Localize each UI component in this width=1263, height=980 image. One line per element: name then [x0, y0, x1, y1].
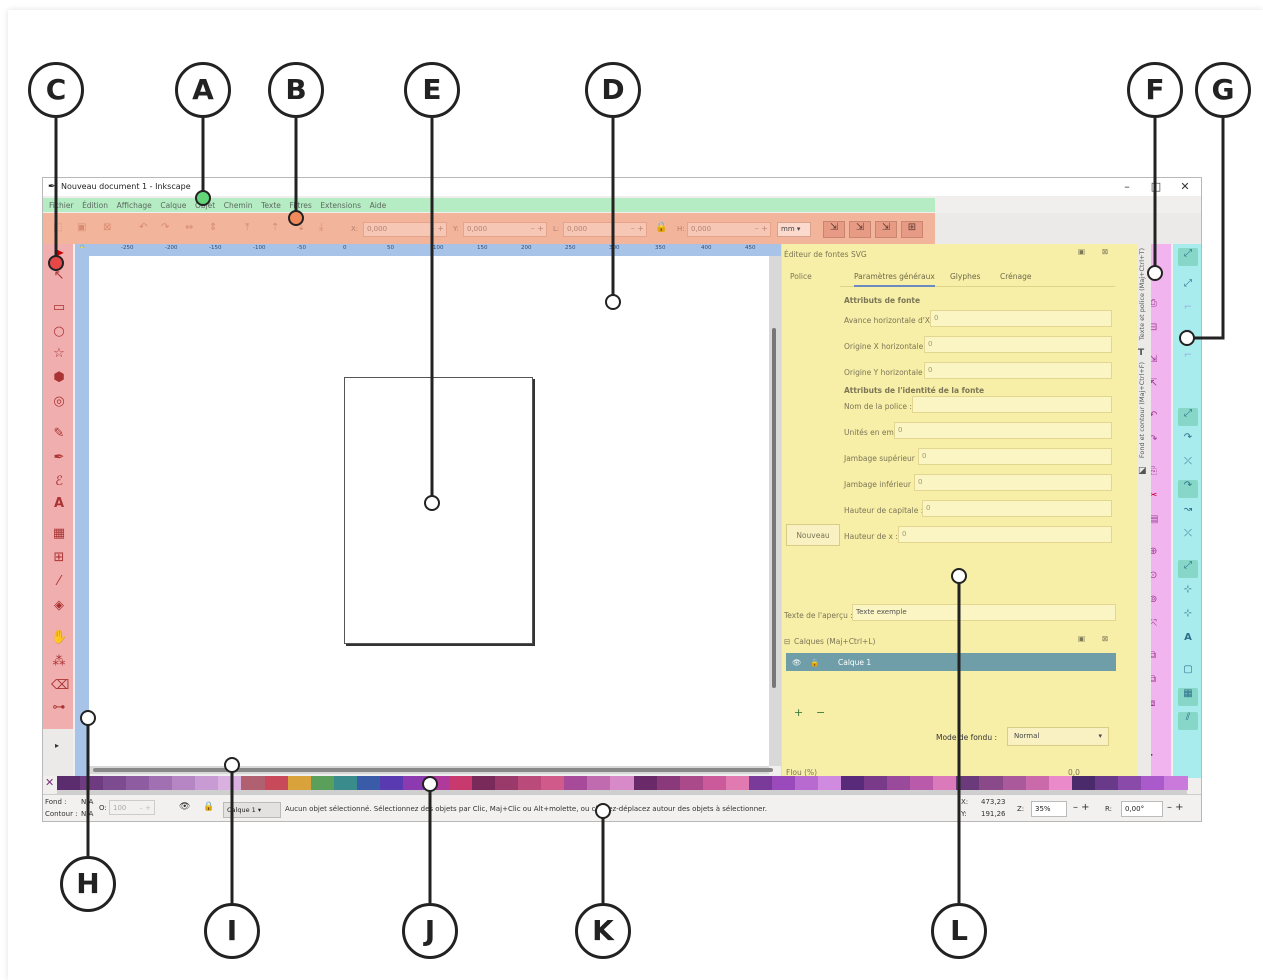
marker-g: [1179, 330, 1195, 346]
marker-h: [80, 710, 96, 726]
callout-lines: [54, 118, 1225, 903]
callout-j: J: [402, 903, 458, 959]
callout-h: H: [60, 856, 116, 912]
marker-b: [288, 210, 304, 226]
marker-i: [224, 757, 240, 773]
callout-g: G: [1195, 62, 1251, 118]
callout-l: L: [931, 903, 987, 959]
marker-f: [1147, 265, 1163, 281]
marker-l: [951, 568, 967, 584]
marker-d: [605, 294, 621, 310]
callout-d: D: [585, 62, 641, 118]
callout-b: B: [268, 62, 324, 118]
marker-k: [595, 803, 611, 819]
callout-c: C: [28, 62, 84, 118]
marker-a: [195, 190, 211, 206]
callout-k: K: [575, 903, 631, 959]
callout-e: E: [404, 62, 460, 118]
marker-j: [422, 776, 438, 792]
callout-a: A: [175, 62, 231, 118]
marker-c: [48, 255, 64, 271]
callout-i: I: [204, 903, 260, 959]
marker-e: [424, 495, 440, 511]
callout-f: F: [1127, 62, 1183, 118]
